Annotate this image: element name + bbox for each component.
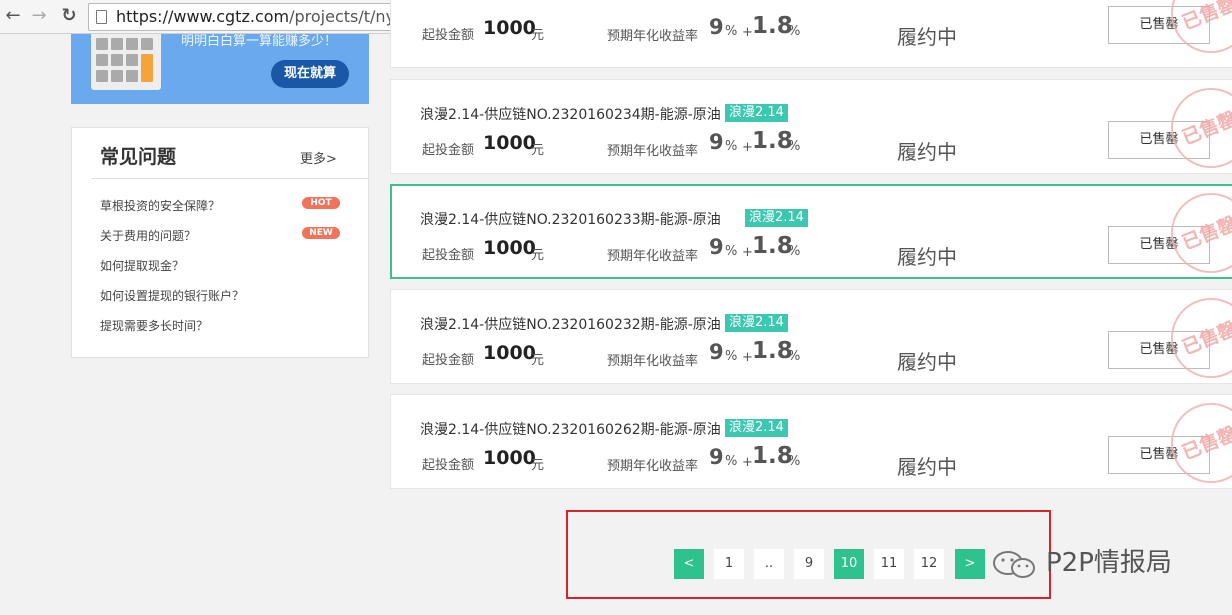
bonus-rate-value: 1.8 [752,13,793,39]
page-icon [96,10,107,24]
page-button-9[interactable]: 9 [794,549,824,579]
sold-out-stamp: 已售罄 [1158,285,1232,391]
status-text: 履约中 [897,245,957,269]
rate-label: 预期年化收益率 [607,249,699,264]
rate-value: 9 [709,235,724,259]
min-invest-label: 起投金额 [422,143,475,158]
status-text: 履约中 [897,455,957,479]
min-invest-amount: 1000 [483,132,536,154]
sold-out-stamp: 已售罄 [1158,390,1232,496]
calculate-now-button[interactable]: 现在就算 [271,60,349,88]
status-text: 履约中 [897,350,957,374]
faq-panel: 常见问题 更多> 草根投资的安全保障？ HOT 关于费用的问题？ NEW 如何提… [71,127,369,358]
product-name[interactable]: 浪漫2.14-供应链NO.2320160233期-能源-原油 [420,209,721,229]
status-text: 履约中 [897,25,957,49]
rate-value: 9 [709,340,724,364]
product-tag: 浪漫2.14 [725,419,788,437]
bonus-percent: % [788,454,801,469]
product-card[interactable]: 浪漫2.14-供应链NO.2320160234期-能源-原油 浪漫2.14 起投… [390,75,1232,181]
bonus-percent: % [788,139,801,154]
min-invest-label: 起投金额 [422,248,475,263]
calculator-banner[interactable]: 明明白白算一算能赚多少！ 现在就算 [71,34,369,104]
product-card[interactable]: 浪漫2.14-供应链NO.2320160262期-能源-原油 浪漫2.14 起投… [390,390,1232,496]
back-arrow-icon[interactable]: ← [2,5,24,27]
forward-arrow-icon[interactable]: → [28,5,50,27]
next-page-button[interactable]: > [955,549,985,579]
min-invest-amount: 1000 [483,342,536,364]
sold-out-stamp: 已售罄 [1158,180,1232,286]
amount-unit: 元 [531,143,545,158]
min-invest-amount: 1000 [483,237,536,259]
rate-percent: % [725,349,738,364]
new-badge: NEW [302,227,340,239]
faq-item[interactable]: 如何设置提现的银行账户？ [100,287,244,304]
calculator-icon [91,34,161,90]
bonus-percent: % [788,244,801,259]
bonus-percent: % [788,349,801,364]
bonus-rate-value: 1.8 [752,338,793,364]
amount-unit: 元 [531,458,545,473]
amount-unit: 元 [531,248,545,263]
amount-unit: 元 [531,353,545,368]
rate-value: 9 [709,15,724,39]
faq-item[interactable]: 关于费用的问题？ [100,227,196,244]
rate-label: 预期年化收益率 [607,459,699,474]
bonus-rate-value: 1.8 [752,128,793,154]
bonus-rate-value: 1.8 [752,443,793,469]
product-tag: 浪漫2.14 [745,209,808,227]
page-ellipsis: .. [754,549,784,579]
rate-value: 9 [709,130,724,154]
rate-percent: % [725,24,738,39]
product-tag: 浪漫2.14 [725,104,788,122]
product-name[interactable]: 浪漫2.14-供应链NO.2320160234期-能源-原油 [420,104,721,124]
product-card[interactable]: 浪漫2.14-供应链NO.2320160232期-能源-原油 浪漫2.14 起投… [390,285,1232,391]
faq-more-link[interactable]: 更多> [300,148,337,167]
faq-divider [92,178,368,179]
bonus-percent: % [788,24,801,39]
rate-label: 预期年化收益率 [607,354,699,369]
min-invest-amount: 1000 [483,17,536,39]
page-button-1[interactable]: 1 [714,549,744,579]
faq-item[interactable]: 如何提取现金？ [100,257,184,274]
product-tag: 浪漫2.14 [725,314,788,332]
prev-page-button[interactable]: < [674,549,704,579]
wechat-icon [993,551,1035,578]
product-name[interactable]: 浪漫2.14-供应链NO.2320160232期-能源-原油 [420,314,721,334]
watermark-text: P2P情报局 [1046,548,1172,578]
page-button-11[interactable]: 11 [874,549,904,579]
min-invest-label: 起投金额 [422,458,475,473]
rate-label: 预期年化收益率 [607,144,699,159]
min-invest-label: 起投金额 [422,353,475,368]
hot-badge: HOT [302,197,340,209]
faq-item[interactable]: 提现需要多长时间？ [100,317,208,334]
rate-percent: % [725,244,738,259]
sold-out-stamp: 已售罄 [1158,75,1232,181]
page-button-10-current[interactable]: 10 [834,549,864,579]
rate-value: 9 [709,445,724,469]
faq-title: 常见问题 [100,146,177,168]
bonus-rate-value: 1.8 [752,233,793,259]
rate-label: 预期年化收益率 [607,29,699,44]
amount-unit: 元 [531,28,545,43]
page-button-12[interactable]: 12 [914,549,944,579]
product-card[interactable]: 起投金额 1000 元 预期年化收益率 9 % + 1.8 % 履约中 已售罄 … [390,0,1232,68]
rate-percent: % [725,454,738,469]
product-name[interactable]: 浪漫2.14-供应链NO.2320160262期-能源-原油 [420,419,721,439]
rate-percent: % [725,139,738,154]
banner-slogan: 明明白白算一算能赚多少！ [181,34,338,49]
reload-icon[interactable]: ↻ [58,5,80,27]
min-invest-amount: 1000 [483,447,536,469]
min-invest-label: 起投金额 [422,28,475,43]
product-card-active[interactable]: 浪漫2.14-供应链NO.2320160233期-能源-原油 浪漫2.14 起投… [390,180,1232,286]
status-text: 履约中 [897,140,957,164]
faq-item[interactable]: 草根投资的安全保障？ [100,197,220,214]
